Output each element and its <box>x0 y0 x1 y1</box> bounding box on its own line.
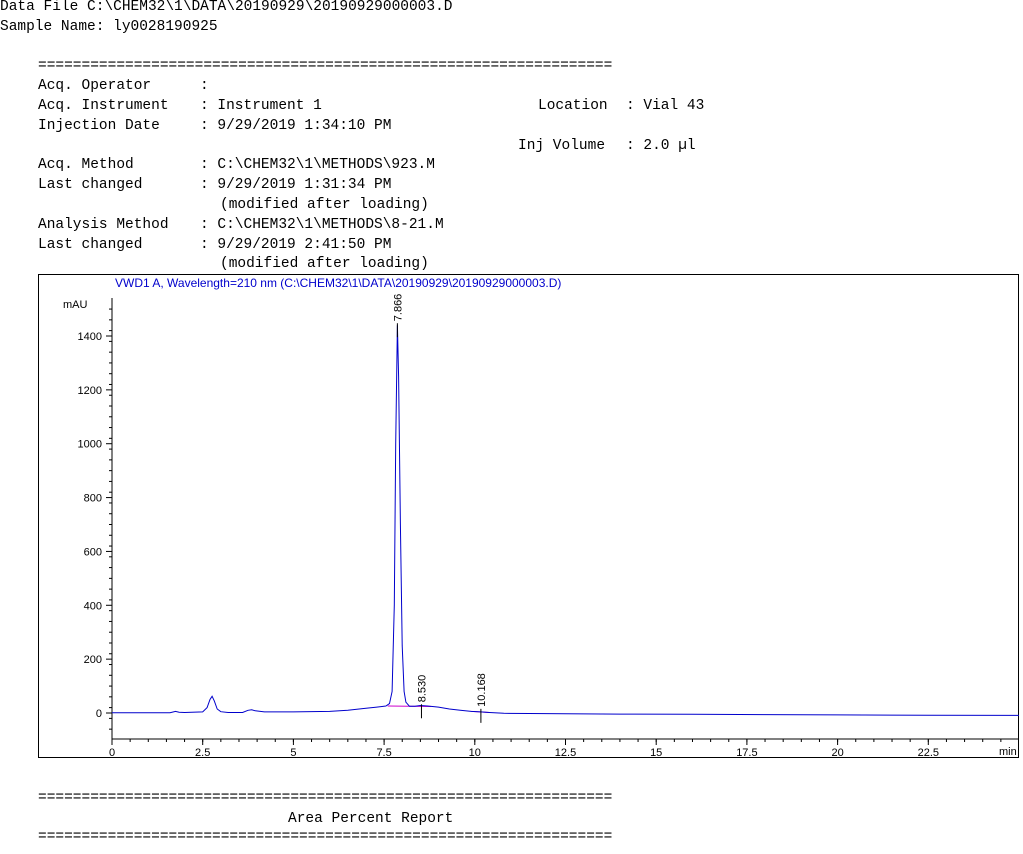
x-tick-label: 7.5 <box>376 747 391 758</box>
chromatogram-svg: VWD1 A, Wavelength=210 nm (C:\CHEM32\1\D… <box>38 274 1020 759</box>
peak-label: 7.866 <box>392 294 404 322</box>
location-label: Location <box>538 98 608 114</box>
acq-operator-value: : <box>200 78 209 94</box>
y-tick-label: 1200 <box>78 385 102 397</box>
last-changed-value: : 9/29/2019 1:31:34 PM <box>200 177 392 193</box>
separator-report-top: ========================================… <box>38 791 613 805</box>
analysis-method-value: : C:\CHEM32\1\METHODS\8-21.M <box>200 217 444 233</box>
report-title: Area Percent Report <box>288 811 454 827</box>
x-tick-label: 15 <box>650 747 662 758</box>
last-changed-value-2: : 9/29/2019 2:41:50 PM <box>200 237 392 253</box>
acq-method-label: Acq. Method <box>38 157 134 173</box>
x-tick-label: 0 <box>109 747 115 758</box>
separator-report-bottom: ========================================… <box>38 830 613 844</box>
chart-title: VWD1 A, Wavelength=210 nm (C:\CHEM32\1\D… <box>115 276 561 290</box>
x-tick-label: 5 <box>290 747 296 758</box>
x-tick-label: 20 <box>831 747 843 758</box>
chromatogram-chart: VWD1 A, Wavelength=210 nm (C:\CHEM32\1\D… <box>38 274 1020 759</box>
sample-name-label: Sample Name: <box>0 19 105 35</box>
y-tick-label: 0 <box>96 708 102 720</box>
chart-border <box>38 274 1019 758</box>
acq-method-value: : C:\CHEM32\1\METHODS\923.M <box>200 157 435 173</box>
peak-label: 8.530 <box>416 675 428 703</box>
y-tick-label: 200 <box>84 654 102 666</box>
location-value: : Vial 43 <box>626 98 705 114</box>
inj-volume-label: Inj Volume <box>518 138 606 154</box>
last-changed-label-2: Last changed <box>38 237 143 253</box>
inj-volume-value: : 2.0 µl <box>626 138 696 154</box>
x-tick-label: 10 <box>469 747 481 758</box>
injection-date-value: : 9/29/2019 1:34:10 PM <box>200 118 392 134</box>
y-tick-label: 1400 <box>78 331 102 343</box>
separator-top: ========================================… <box>38 59 613 73</box>
sample-name-line: Sample Name: ly0028190925 <box>0 17 218 37</box>
y-tick-label: 400 <box>84 600 102 612</box>
y-tick-label: 600 <box>84 546 102 558</box>
data-file-line: Data File C:\CHEM32\1\DATA\20190929\2019… <box>0 0 453 17</box>
x-tick-label: 2.5 <box>195 747 210 758</box>
modified-note-2: (modified after loading) <box>220 256 429 272</box>
sample-name-value: ly0028190925 <box>113 19 218 35</box>
x-tick-label: 17.5 <box>736 747 757 758</box>
data-file-path: C:\CHEM32\1\DATA\20190929\20190929000003… <box>87 0 453 15</box>
modified-note: (modified after loading) <box>220 197 429 213</box>
last-changed-label: Last changed <box>38 177 143 193</box>
y-tick-label: 800 <box>84 493 102 505</box>
x-tick-label: 12.5 <box>555 747 576 758</box>
x-axis-label: min <box>999 746 1017 758</box>
injection-date-label: Injection Date <box>38 118 160 134</box>
data-file-label: Data File <box>0 0 79 15</box>
analysis-method-label: Analysis Method <box>38 217 169 233</box>
acq-instrument-label: Acq. Instrument <box>38 98 169 114</box>
y-axis-label: mAU <box>63 299 88 311</box>
peak-label: 10.168 <box>476 673 488 707</box>
acq-instrument-value: : Instrument 1 <box>200 98 322 114</box>
x-tick-label: 22.5 <box>918 747 939 758</box>
acq-operator-label: Acq. Operator <box>38 78 152 94</box>
y-tick-label: 1000 <box>78 439 102 451</box>
